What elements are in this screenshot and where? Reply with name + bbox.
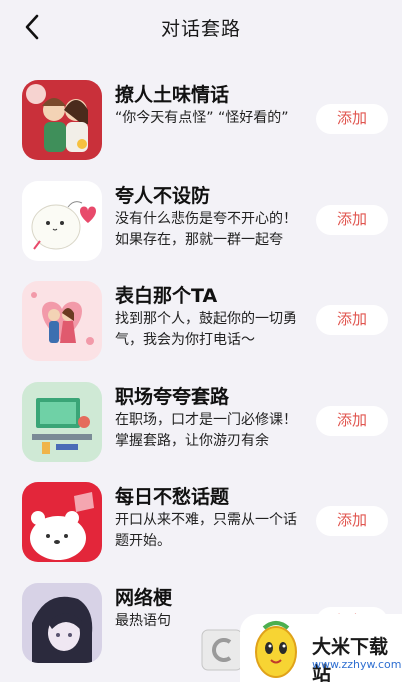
add-button[interactable]: 添加: [316, 104, 388, 134]
list-item: 表白那个TA 找到那个人，鼓起你的一切勇气，我会为你打电话～ 添加: [0, 269, 402, 370]
c-logo-icon: [200, 628, 244, 672]
header: 对话套路: [0, 0, 402, 56]
item-description: 找到那个人，鼓起你的一切勇气，我会为你打电话～: [115, 311, 297, 348]
watermark-url: www.zzhyw.com: [312, 658, 402, 671]
item-description: 开口从来不难，只需从一个话题开始。: [115, 512, 297, 549]
add-button[interactable]: 添加: [316, 405, 388, 436]
watermark: 大米下载站 www.zzhyw.com: [240, 614, 402, 682]
add-button[interactable]: 添加: [316, 305, 388, 335]
item-title: 撩人土味情话: [115, 84, 230, 106]
item-description: 没有什么悲伤是夸不开心的！如果存在，那就一群一起夸: [115, 210, 297, 248]
item-title: 每日不愁话题: [115, 486, 230, 508]
item-title: 夸人不设防: [115, 184, 211, 207]
list-item: 夸人不设防 没有什么悲伤是夸不开心的！如果存在，那就一群一起夸 添加: [0, 169, 402, 270]
kissing-couple-illustration-thumbnail: [22, 281, 102, 361]
item-title: 网络梗: [115, 586, 173, 609]
page-title: 对话套路: [160, 18, 241, 40]
watermark-name: 大米下载站: [312, 636, 389, 682]
egg-mascot-icon: [255, 621, 297, 678]
conversation-list: 撩人土味情话 “你今天有点怪” “怪好看的” 添加 夸人不设防 没有什么悲伤是夸…: [0, 68, 402, 671]
item-title: 职场夸夸套路: [115, 385, 230, 408]
couple-illustration-thumbnail: [22, 80, 102, 160]
item-description: “你今天有点怪” “怪好看的”: [115, 110, 289, 126]
office-desk-illustration-thumbnail: [22, 381, 102, 462]
bear-day-illustration-thumbnail: [22, 482, 102, 562]
anime-character-thumbnail: [22, 582, 102, 663]
add-button[interactable]: 添加: [316, 204, 388, 235]
list-item: 撩人土味情话 “你今天有点怪” “怪好看的” 添加: [0, 68, 402, 169]
list-item: 职场夸夸套路 在职场，口才是一门必修课！掌握套路，让你游刃有余 添加: [0, 370, 402, 471]
item-description: 在职场，口才是一门必修课！掌握套路，让你游刃有余: [115, 411, 297, 449]
item-title: 表白那个TA: [115, 285, 218, 307]
cute-heart-character-thumbnail: [22, 180, 102, 261]
add-button[interactable]: 添加: [316, 506, 388, 536]
list-item: 每日不愁话题 开口从来不难，只需从一个话题开始。 添加: [0, 470, 402, 571]
